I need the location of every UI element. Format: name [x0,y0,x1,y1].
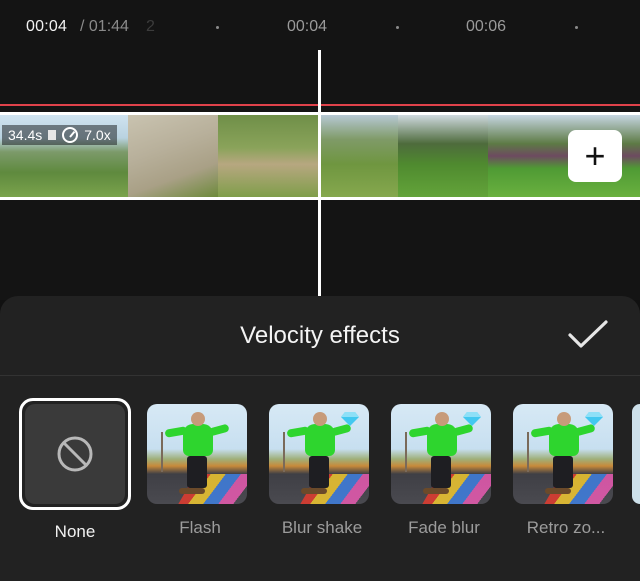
speed-icon [62,127,79,143]
clip-frame [320,115,398,197]
effects-list: None Flash Blur shake Fade blur Retro zo… [0,398,640,550]
clip-frame [218,115,318,197]
add-clip-button[interactable]: + [568,130,622,182]
clip-frame [398,115,488,197]
skateboard [423,488,449,494]
tick-dot [575,26,578,29]
skater-legs [553,456,573,488]
clip-info-badge: 34.4s 7.0x [2,125,117,145]
premium-gem-icon [463,412,481,426]
effect-flash[interactable]: Flash [147,400,253,538]
premium-gem-icon [341,412,359,426]
effect-thumbnail [147,404,247,504]
tick-label-2: 00:06 [466,18,507,35]
effect-label: Retro zo... [526,518,606,537]
ghost-tick: 2 [146,18,155,35]
divider [0,375,640,376]
effect-thumbnail [513,404,613,504]
plus-icon: + [584,135,606,176]
effect-label: None [54,522,96,541]
effect-none[interactable]: None [19,398,131,542]
skateboard [545,488,571,494]
velocity-effects-sheet: Velocity effects None Flash Blur shake F… [0,296,640,581]
premium-gem-icon [585,412,603,426]
skater-body [427,424,457,456]
tick-dot [216,26,219,29]
timeline-area: 00:04 / 01:44 2 00:04 00:06 34.4s 7.0x + [0,0,640,300]
clip-frame [128,115,218,197]
effect-blur-shake[interactable]: Blur shake [269,400,375,538]
playhead[interactable] [318,50,321,298]
skater-body [183,424,213,456]
skateboard [179,488,205,494]
effect-fade-blur[interactable]: Fade blur [391,400,497,538]
effect-label: Flash [179,518,221,537]
lamp-post [405,432,407,472]
tick-label-1: 00:04 [287,18,328,35]
tick-dot [396,26,399,29]
current-time: 00:04 [26,18,68,35]
audio-icon [48,130,57,140]
skater-body [549,424,579,456]
effect-label: Fade blur [408,518,480,537]
skater-body [305,424,335,456]
skater-legs [431,456,451,488]
total-time: / 01:44 [80,18,129,35]
skater-head [313,412,327,426]
clip-speed: 7.0x [84,127,111,143]
sheet-title: Velocity effects [240,322,400,349]
none-thumb [25,404,125,504]
skateboard [301,488,327,494]
selection-outline [19,398,131,510]
lamp-post [161,432,163,472]
next-effect-partial[interactable] [632,404,640,504]
effect-retro-zoom[interactable]: Retro zo... [513,400,619,538]
clip-duration: 34.4s [8,127,43,143]
skater-legs [309,456,329,488]
lamp-post [283,432,285,472]
skater-legs [187,456,207,488]
effect-thumbnail [391,404,491,504]
skater-head [557,412,571,426]
time-ruler: 00:04 / 01:44 2 00:04 00:06 [0,0,640,56]
skater-head [191,412,205,426]
lamp-post [527,432,529,472]
effect-label: Blur shake [281,518,363,537]
skater-head [435,412,449,426]
confirm-check-icon[interactable] [566,318,610,352]
effect-thumbnail [269,404,369,504]
no-symbol-icon [57,436,93,472]
